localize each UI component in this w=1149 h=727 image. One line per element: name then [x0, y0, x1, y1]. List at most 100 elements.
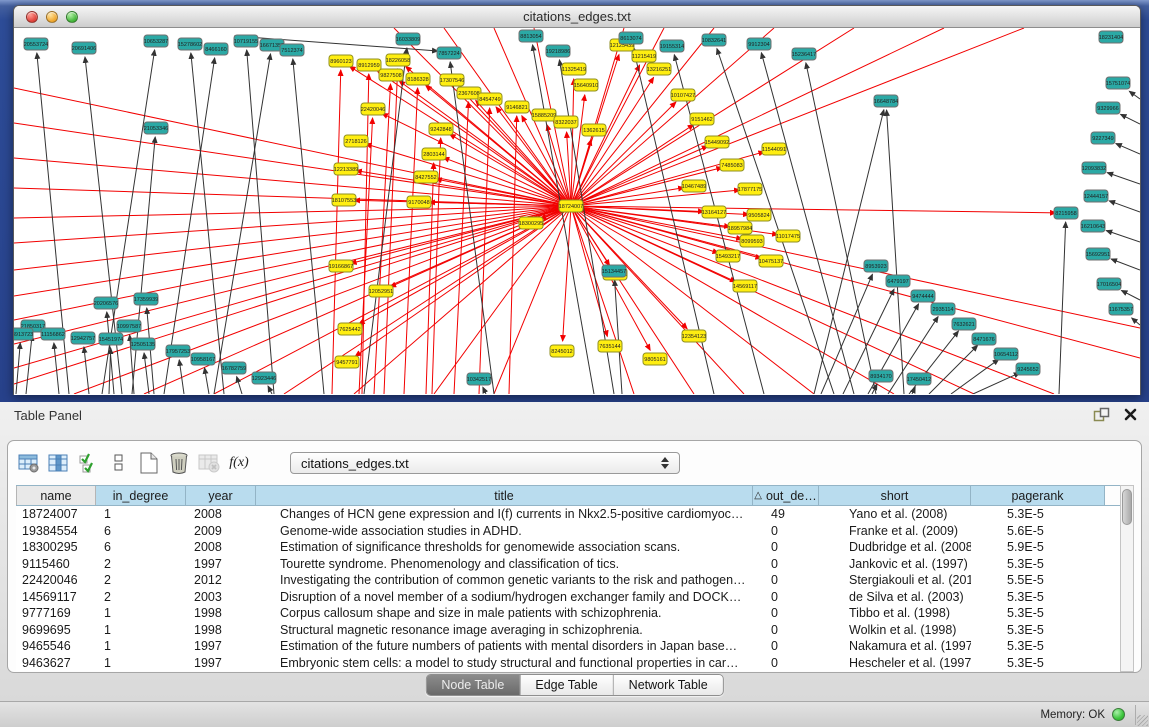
graph-node[interactable]: 12505135 [131, 338, 155, 350]
column-header-in_degree[interactable]: in_degree [96, 486, 186, 505]
graph-node[interactable]: 9912304 [747, 38, 771, 50]
graph-node[interactable]: 14569117 [733, 280, 757, 292]
new-table-button[interactable] [136, 450, 162, 476]
graph-node[interactable]: 17307546 [440, 74, 464, 86]
table-row[interactable]: 1938455462009Genome-wide association stu… [16, 523, 1120, 540]
graph-node[interactable]: 8215958 [1054, 207, 1078, 219]
table-row[interactable]: 911546021997Tourette syndrome. Phenomeno… [16, 556, 1120, 573]
show-column-button[interactable] [46, 450, 72, 476]
float-panel-icon[interactable] [1093, 407, 1110, 422]
graph-node[interactable]: 19166867 [329, 260, 353, 272]
function-builder-button[interactable]: f(x) [226, 450, 252, 476]
graph-node[interactable]: 16210643 [1081, 220, 1105, 232]
graph-node[interactable]: 11156862 [41, 328, 65, 340]
graph-node[interactable]: 2935114 [931, 303, 955, 315]
window-titlebar[interactable]: citations_edges.txt [14, 6, 1140, 28]
graph-node[interactable]: 9227349 [1091, 132, 1115, 144]
graph-node[interactable]: 8454749 [478, 93, 502, 105]
graph-node[interactable]: 15451974 [99, 333, 123, 345]
graph-node[interactable]: 17359939 [134, 293, 158, 305]
graph-node[interactable]: 12354123 [682, 330, 706, 342]
table-row[interactable]: 1456911722003Disruption of a novel membe… [16, 589, 1120, 606]
graph-node[interactable]: 12213389 [334, 163, 358, 175]
graph-node[interactable]: 13164127 [702, 206, 726, 218]
graph-node[interactable]: 15692951 [1086, 248, 1110, 260]
graph-node[interactable]: 7485083 [720, 159, 744, 171]
graph-node[interactable]: 6479197 [886, 275, 910, 287]
graph-node[interactable]: 18300295 [519, 217, 543, 229]
graph-node[interactable]: 16648784 [874, 95, 898, 107]
graph-node[interactable]: 19218986 [546, 45, 570, 57]
graph-node[interactable]: 11675357 [1109, 303, 1133, 315]
graph-node[interactable]: 8613074 [619, 32, 643, 44]
graph-node[interactable]: 8245012 [550, 345, 574, 357]
graph-node[interactable]: 13216251 [647, 63, 671, 75]
table-row[interactable]: 1872400712008Changes of HCN gene express… [16, 506, 1120, 523]
graph-node[interactable]: 9827508 [379, 69, 403, 81]
graph-node[interactable]: 15751074 [1106, 77, 1130, 89]
table-scrollbar-thumb[interactable] [1122, 489, 1132, 525]
graph-node[interactable]: 10475137 [759, 255, 783, 267]
graph-node[interactable]: 16033809 [396, 33, 420, 45]
row-height-button[interactable] [106, 450, 132, 476]
graph-node[interactable]: 15236417 [792, 48, 816, 60]
graph-node[interactable]: 12942757 [71, 332, 95, 344]
graph-node[interactable]: 7635144 [598, 340, 622, 352]
graph-node[interactable]: 10654112 [994, 348, 1018, 360]
graph-node[interactable]: 22420046 [361, 103, 385, 115]
graph-node[interactable]: 10107427 [671, 89, 695, 101]
graph-node[interactable]: 16782759 [222, 362, 246, 374]
table-row[interactable]: 2242004622012Investigating the contribut… [16, 572, 1120, 589]
graph-node[interactable]: 8912959 [357, 59, 381, 71]
graph-node[interactable]: 12923446 [252, 372, 276, 384]
graph-node[interactable]: 21053346 [144, 122, 168, 134]
graph-node[interactable]: 11017475 [776, 230, 800, 242]
graph-node[interactable]: 10342517 [467, 373, 491, 385]
graph-node[interactable]: 17957253 [166, 345, 190, 357]
column-header-name[interactable]: name [16, 486, 96, 505]
tab-node-table[interactable]: Node Table [426, 675, 519, 695]
graph-node[interactable]: 9474444 [911, 290, 935, 302]
graph-node[interactable]: 9505824 [747, 209, 771, 221]
graph-node[interactable]: 7625442 [338, 323, 362, 335]
graph-node[interactable]: 7857224 [437, 47, 461, 59]
graph-node[interactable]: 18957984 [728, 222, 752, 234]
graph-node[interactable]: 9329966 [1096, 102, 1120, 114]
graph-node[interactable]: 9242848 [429, 123, 453, 135]
graph-node[interactable]: 8427552 [414, 171, 438, 183]
graph-node[interactable]: 18724007 [559, 200, 583, 212]
graph-node[interactable]: 9805161 [643, 353, 667, 365]
graph-node[interactable]: 15885209 [532, 109, 556, 121]
graph-node[interactable]: 11325419 [562, 63, 586, 75]
graph-node[interactable]: 8934170 [869, 370, 893, 382]
delete-rows-button[interactable] [166, 450, 192, 476]
column-header-year[interactable]: year [186, 486, 256, 505]
graph-node[interactable]: 10467489 [682, 180, 706, 192]
graph-node[interactable]: 15640910 [574, 79, 598, 91]
graph-node[interactable]: 1362615 [582, 124, 606, 136]
graph-node[interactable]: 8099593 [740, 235, 764, 247]
graph-node[interactable]: 9245652 [1016, 363, 1040, 375]
graph-node[interactable]: 20206576 [94, 297, 118, 309]
table-row[interactable]: 946362711997Embryonic stem cells: a mode… [16, 655, 1120, 672]
graph-node[interactable]: 13913723 [14, 328, 33, 340]
graph-node[interactable]: 18231404 [1099, 31, 1123, 43]
tab-edge-table[interactable]: Edge Table [519, 675, 612, 695]
graph-node[interactable]: 8186328 [406, 73, 430, 85]
graph-node[interactable]: 7512374 [280, 44, 304, 56]
table-row[interactable]: 1830029562008Estimation of significance … [16, 539, 1120, 556]
graph-node[interactable]: 15449092 [705, 136, 729, 148]
graph-node[interactable]: 9151462 [690, 113, 714, 125]
graph-node[interactable]: 12093832 [1082, 162, 1106, 174]
graph-node[interactable]: 15278602 [178, 38, 202, 50]
graph-node[interactable]: 15134457 [602, 265, 626, 277]
graph-node[interactable]: 20553724 [24, 38, 48, 50]
graph-node[interactable]: 2803144 [422, 148, 446, 160]
graph-node[interactable]: 11215419 [632, 50, 656, 62]
graph-node[interactable]: 15493217 [716, 250, 740, 262]
graph-node[interactable]: 19155314 [660, 40, 684, 52]
graph-node[interactable]: 10997587 [117, 320, 141, 332]
memory-status-icon[interactable] [1112, 708, 1125, 721]
table-selector-dropdown[interactable]: citations_edges.txt [290, 452, 680, 474]
graph-node[interactable]: 8322037 [554, 116, 578, 128]
